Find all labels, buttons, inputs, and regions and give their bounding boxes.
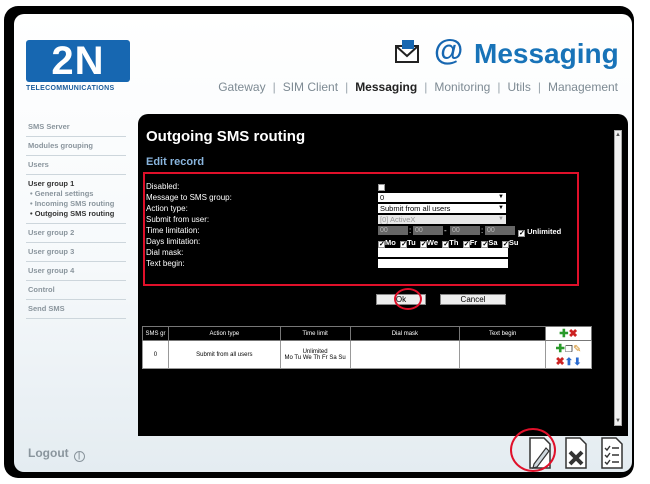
table-header-row: SMS gr Action type Time limit Dial mask … <box>142 326 592 341</box>
logo-mark: 2N <box>26 40 130 82</box>
brand-title: Messaging <box>474 38 619 69</box>
edit-icon-highlight-circle <box>510 428 556 472</box>
col-action-type: Action type <box>167 326 281 341</box>
main-panel: 2N TELECOMMUNICATIONS @ Messaging Gatewa… <box>14 14 632 472</box>
header-actions: ✚✖ <box>545 326 592 341</box>
cell-sms-group: 0 <box>142 340 169 369</box>
logo-subtitle: TELECOMMUNICATIONS <box>26 85 115 92</box>
col-sms-group: SMS gr <box>142 326 169 341</box>
form-highlight-box <box>143 172 579 286</box>
page-title: Outgoing SMS routing <box>146 128 306 145</box>
col-dial-mask: Dial mask <box>349 326 461 341</box>
row-actions: ✚❐✎ ✖⬆⬇ <box>545 340 592 369</box>
sidebar-item-control[interactable]: Control <box>26 281 126 300</box>
window-frame: 2N TELECOMMUNICATIONS @ Messaging Gatewa… <box>4 6 634 478</box>
sidebar-item-modules-grouping[interactable]: Modules grouping <box>26 137 126 156</box>
vertical-scrollbar[interactable]: ▲ ▼ <box>614 130 622 426</box>
sidebar-item-user-group-4[interactable]: User group 4 <box>26 262 126 281</box>
power-icon[interactable]: | <box>73 451 85 462</box>
delete-row-icon[interactable]: ✖ <box>556 356 565 368</box>
delete-document-icon[interactable] <box>562 436 590 470</box>
sidebar-item-user-group-3[interactable]: User group 3 <box>26 243 126 262</box>
at-sign: @ <box>434 34 464 67</box>
move-up-icon[interactable]: ⬆ <box>565 357 573 368</box>
scroll-up-icon[interactable]: ▲ <box>615 131 621 139</box>
cancel-button[interactable]: Cancel <box>440 294 506 305</box>
time-limit-line2: Mo Tu We Th Fr Sa Su <box>284 354 346 361</box>
sidebar-item-users[interactable]: Users <box>26 156 126 175</box>
top-navigation: Gateway | SIM Client | Messaging | Monitoring |… <box>218 80 618 94</box>
ok-highlight-circle <box>394 288 422 310</box>
copy-row-icon[interactable]: ❐ <box>565 344 573 354</box>
sidebar: SMS Server Modules grouping Users User g… <box>26 118 126 319</box>
section-title: Edit record <box>146 156 205 168</box>
sidebar-item-user-group-2[interactable]: User group 2 <box>26 224 126 243</box>
table-row[interactable]: 0 Submit from all users Unlimited Mo Tu … <box>142 340 592 369</box>
insert-row-icon[interactable]: ✚ <box>556 343 565 355</box>
nav-utils[interactable]: Utils <box>507 80 530 94</box>
sidebar-item-send-sms[interactable]: Send SMS <box>26 300 126 319</box>
checklist-document-icon[interactable] <box>598 436 626 470</box>
sms-envelope-icon <box>395 40 419 63</box>
move-down-icon[interactable]: ⬇ <box>573 357 581 368</box>
sidebar-item-sms-server[interactable]: SMS Server <box>26 118 126 137</box>
sidebar-sub-incoming-sms-routing[interactable]: • Incoming SMS routing <box>28 199 124 208</box>
col-time-limit: Time limit <box>279 326 351 341</box>
routing-table: SMS gr Action type Time limit Dial mask … <box>142 326 592 369</box>
logout-label[interactable]: Logout <box>28 446 69 460</box>
sidebar-sub-outgoing-sms-routing[interactable]: • Outgoing SMS routing <box>28 209 124 218</box>
edit-row-icon[interactable]: ✎ <box>573 344 581 355</box>
col-text-begin: Text begin <box>459 326 547 341</box>
cell-text-begin <box>459 340 547 369</box>
add-record-icon[interactable]: ✚ <box>559 328 568 340</box>
nav-gateway[interactable]: Gateway <box>218 80 265 94</box>
cell-time-limit: Unlimited Mo Tu We Th Fr Sa Su <box>279 340 351 369</box>
nav-sim-client[interactable]: SIM Client <box>283 80 338 94</box>
nav-management[interactable]: Management <box>548 80 618 94</box>
cell-action-type: Submit from all users <box>167 340 281 369</box>
content-area: Outgoing SMS routing Edit record ▲ ▼ Dis… <box>138 114 628 436</box>
sidebar-item-label[interactable]: User group 1 <box>28 179 74 188</box>
delete-all-icon[interactable]: ✖ <box>569 328 578 340</box>
logout-button[interactable]: Logout | <box>28 446 85 462</box>
cell-dial-mask <box>349 340 461 369</box>
nav-messaging[interactable]: Messaging <box>355 80 417 94</box>
scroll-down-icon[interactable]: ▼ <box>615 417 621 425</box>
nav-monitoring[interactable]: Monitoring <box>434 80 490 94</box>
sidebar-sub-general-settings[interactable]: • General settings <box>28 189 124 198</box>
sidebar-item-user-group-1[interactable]: User group 1 • General settings • Incomi… <box>26 175 126 224</box>
logo-2n: 2N TELECOMMUNICATIONS <box>26 40 130 94</box>
